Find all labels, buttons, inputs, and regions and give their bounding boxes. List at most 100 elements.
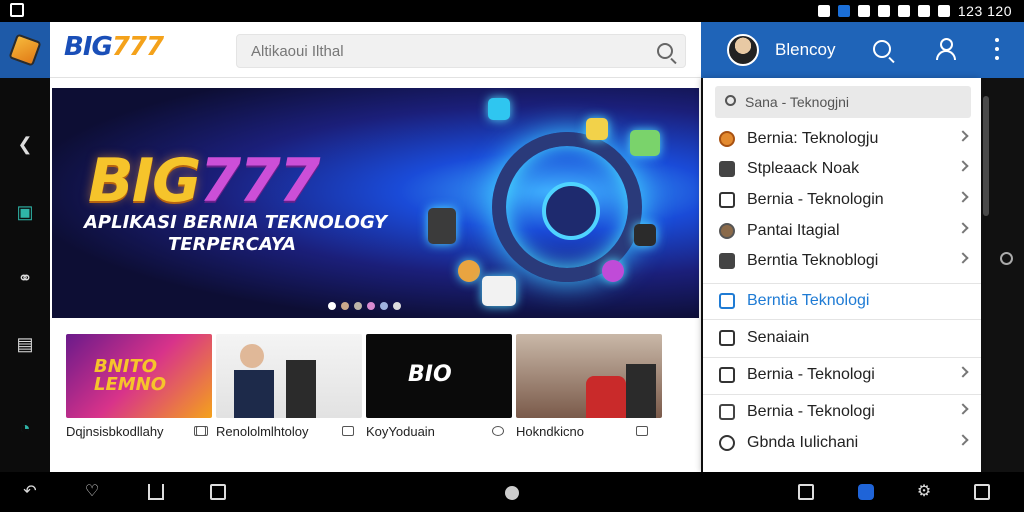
badge-icon [719, 223, 735, 239]
settings-icon [897, 5, 910, 17]
search-icon[interactable] [657, 43, 673, 59]
check-icon [719, 367, 735, 383]
app-shortcut-icon[interactable] [858, 484, 874, 500]
more-menu-icon[interactable] [995, 38, 999, 60]
back-icon[interactable]: ↶ [22, 484, 38, 500]
share-icon[interactable]: ⚙ [916, 484, 932, 500]
share-icon[interactable] [196, 426, 208, 436]
chevron-right-icon [957, 252, 969, 264]
search-icon[interactable] [873, 40, 891, 58]
carousel-dot[interactable] [341, 302, 349, 310]
menu-item[interactable]: Bernia - Teknologi [703, 397, 981, 427]
image-icon [719, 293, 735, 309]
panel-search-field[interactable]: Sana - Teknogjni [715, 86, 971, 118]
content-card[interactable]: Hokndkicno [516, 334, 662, 439]
carousel-dot[interactable] [393, 302, 401, 310]
content-card[interactable]: Renololmlhtoloy [196, 334, 362, 439]
assistive-touch-icon[interactable] [1000, 252, 1013, 265]
chevron-right-icon [957, 222, 969, 234]
search-input[interactable]: Altikaoui Ilthal [251, 43, 344, 60]
window-icon[interactable]: ▣ [15, 202, 35, 222]
image-icon[interactable] [636, 426, 648, 436]
panel-search-input[interactable]: Sana - Teknogjni [745, 94, 849, 110]
floating-chip [458, 260, 480, 282]
mail-icon [719, 161, 735, 177]
app-notification-icon [837, 5, 850, 17]
banner-subtitle: APLIKASI BERNIA TEKNOLOGY [84, 212, 388, 233]
divider [703, 357, 981, 358]
link-icon[interactable]: ⚭ [15, 268, 35, 288]
menu-item[interactable]: Senaiain [703, 323, 981, 353]
floating-chip [602, 260, 624, 282]
app-launcher-button[interactable] [0, 22, 50, 78]
carousel-indicators[interactable] [328, 302, 401, 310]
navigation-bar: ↶ ♡ ⚙ [0, 472, 1024, 512]
card-label: KoyYoduain [366, 424, 435, 439]
recents-icon[interactable] [210, 484, 226, 500]
alarm-icon [877, 5, 890, 17]
dropdown-panel: Sana - Teknogjni Bernia: Teknologju Stpl… [703, 78, 981, 472]
menu-item[interactable]: Stpleaack Noak [703, 154, 981, 184]
home-button[interactable] [505, 486, 519, 500]
floating-chip [482, 276, 516, 306]
carousel-dot[interactable] [354, 302, 362, 310]
globe-icon [719, 131, 735, 147]
side-rail: ❮ ▣ ⚭ ▤ ◔ [0, 22, 50, 472]
status-bar: 123 120 [0, 0, 1024, 22]
menu-item[interactable]: Pantai Itagial [703, 216, 981, 246]
search-icon [725, 95, 736, 106]
chevron-right-icon [957, 366, 969, 378]
bluetooth-icon [817, 5, 830, 17]
timer-icon[interactable]: ◔ [15, 418, 35, 438]
home-icon[interactable] [148, 484, 164, 500]
carousel-dot[interactable] [328, 302, 336, 310]
scrollbar[interactable] [983, 96, 989, 216]
menu-item[interactable]: Bernia - Teknologin [703, 185, 981, 215]
menu-item-active[interactable]: Berntia Teknologi [703, 286, 981, 316]
link-icon[interactable] [492, 426, 504, 436]
floating-chip [428, 208, 456, 244]
menu-item[interactable]: Berntia Teknoblogi [703, 246, 981, 276]
search-bar[interactable]: Altikaoui Ilthal [236, 34, 686, 68]
card-row: BNITO LEMNO Dqjnsisbkodllahy Renololmlht… [66, 334, 701, 439]
content-card[interactable]: BNITO LEMNO Dqjnsisbkodllahy [66, 334, 212, 439]
floating-chip [488, 98, 510, 120]
layout-icon[interactable]: ▤ [15, 334, 35, 354]
card-thumbnail: BIO [366, 334, 512, 418]
floating-chip [630, 130, 660, 156]
user-icon[interactable] [935, 38, 956, 60]
app-icon [8, 33, 42, 67]
heart-icon[interactable]: ♡ [84, 484, 100, 500]
card-thumbnail [216, 334, 362, 418]
tab-icon[interactable] [798, 484, 814, 500]
chevron-right-icon [957, 191, 969, 203]
hero-banner[interactable]: BIG777 APLIKASI BERNIA TEKNOLOGY TERPERC… [52, 88, 699, 318]
carousel-dot[interactable] [380, 302, 388, 310]
house-icon [719, 253, 735, 269]
signal-icon [857, 5, 870, 17]
avatar[interactable] [727, 34, 759, 66]
banner-title: BIG777 [88, 146, 321, 216]
chevron-right-icon [957, 434, 969, 446]
content-card[interactable]: BIO KoyYoduain [366, 334, 512, 439]
play-icon [719, 192, 735, 208]
card-label: Hokndkicno [516, 424, 584, 439]
device-screen: 123 120 ❮ ▣ ⚭ ▤ ◔ BIG777 Altikaoui Iltha… [0, 0, 1024, 512]
card-label: Dqjnsisbkodllahy [66, 424, 164, 439]
menu-item[interactable]: Gbnda Iulichani [703, 428, 981, 458]
share-icon[interactable] [342, 426, 354, 436]
card-thumbnail: BNITO LEMNO [66, 334, 212, 418]
divider [703, 319, 981, 320]
brand-logo[interactable]: BIG777 [64, 32, 164, 62]
plus-icon [719, 330, 735, 346]
people-icon [719, 435, 735, 451]
account-name[interactable]: Blencoy [775, 40, 835, 60]
screenshot-icon[interactable] [974, 484, 990, 500]
floating-chip [586, 118, 608, 140]
carousel-dot[interactable] [367, 302, 375, 310]
back-arrow-icon[interactable]: ❮ [15, 134, 35, 154]
app-header: BIG777 Altikaoui Ilthal [50, 22, 701, 78]
account-bar: Blencoy [701, 22, 1024, 78]
menu-item[interactable]: Bernia: Teknologju [703, 124, 981, 154]
menu-item[interactable]: Bernia - Teknologi [703, 360, 981, 390]
